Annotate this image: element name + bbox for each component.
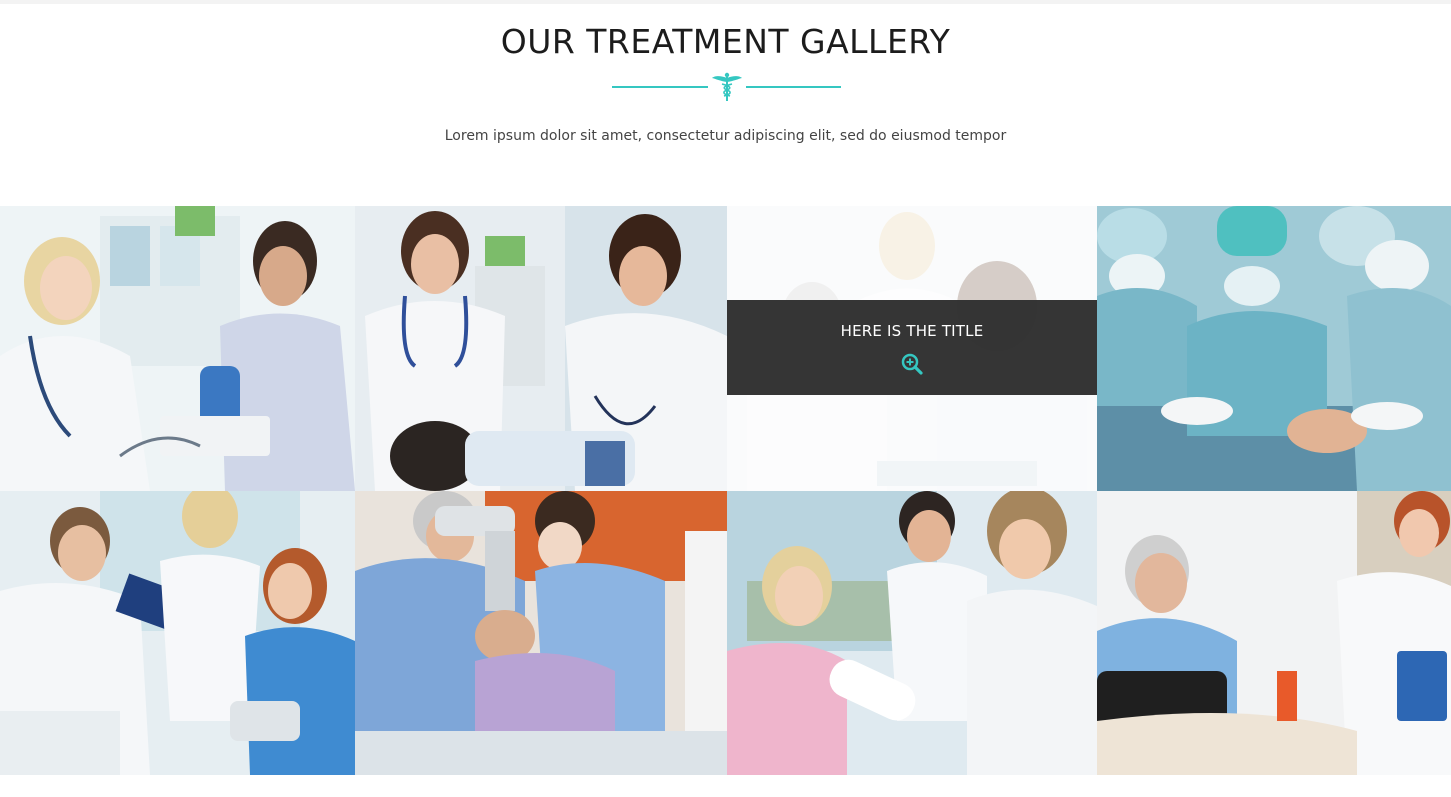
gallery-item-highlighted[interactable]: HERE IS THE TITLE: [727, 206, 1097, 491]
overlay-title: HERE IS THE TITLE: [840, 322, 984, 340]
gallery-image-blood-pressure: [0, 206, 355, 491]
gallery-image-dentist: [355, 491, 727, 775]
gallery-image-bandage: [727, 491, 1097, 775]
top-bar: [0, 0, 1451, 4]
divider-line-left: [612, 86, 708, 88]
section-subtitle: Lorem ipsum dolor sit amet, consectetur …: [444, 128, 1007, 144]
zoom-in-icon[interactable]: [901, 353, 923, 375]
gallery-item[interactable]: [355, 491, 727, 775]
gallery-image-nurses-patient: [355, 206, 727, 491]
divider-line-right: [746, 86, 841, 88]
gallery-item[interactable]: [1097, 206, 1451, 491]
hover-overlay[interactable]: HERE IS THE TITLE: [727, 300, 1097, 395]
title-divider: [612, 72, 841, 102]
gallery-item[interactable]: [0, 206, 355, 491]
caduceus-icon: [710, 72, 744, 102]
gallery-image-surgery: [1097, 206, 1451, 491]
gallery-item[interactable]: [355, 206, 727, 491]
gallery-item[interactable]: [727, 491, 1097, 775]
gallery-item[interactable]: [0, 491, 355, 775]
treatment-gallery: HERE IS THE TITLE: [0, 206, 1451, 775]
gallery-image-elderly-patient: [1097, 491, 1451, 775]
gallery-item[interactable]: [1097, 491, 1451, 775]
gallery-image-clipboard: [0, 491, 355, 775]
section-title: OUR TREATMENT GALLERY: [500, 22, 951, 61]
